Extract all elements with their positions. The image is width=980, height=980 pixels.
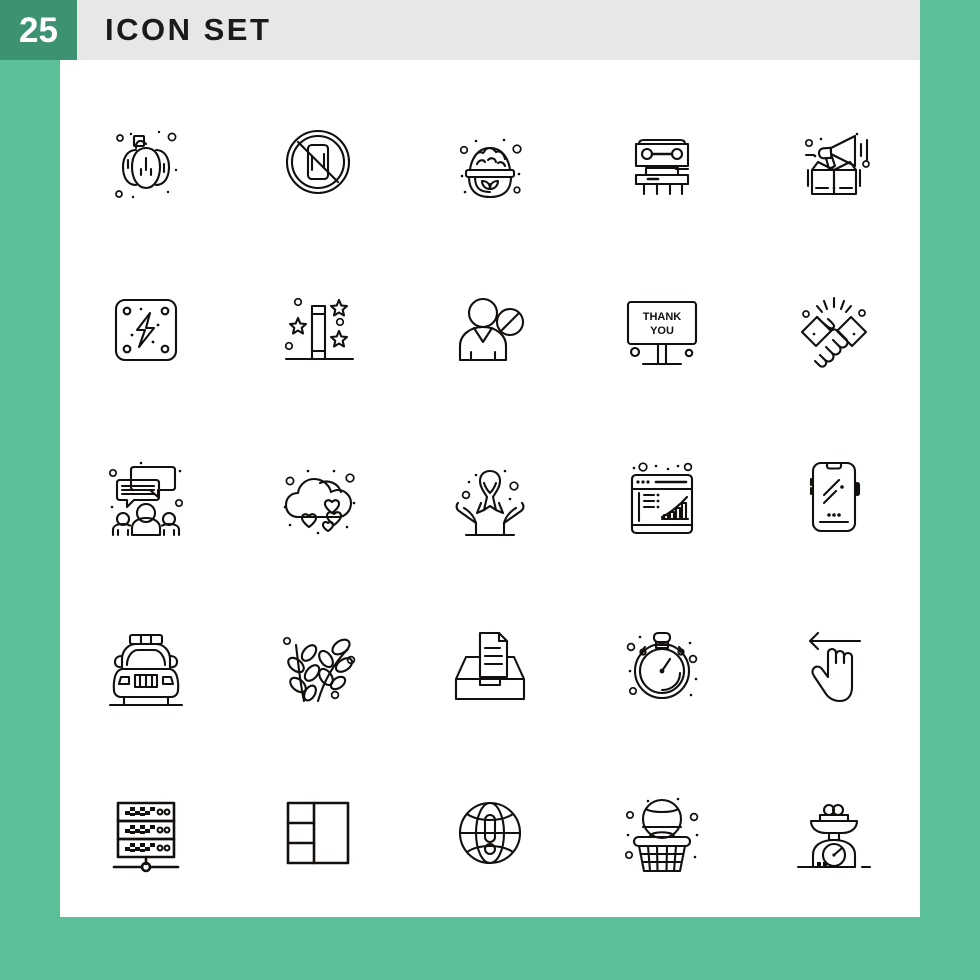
blocked-user-icon[interactable] xyxy=(404,246,576,414)
grandstand-icon[interactable] xyxy=(576,78,748,246)
billboard-line-1: THANK xyxy=(643,311,682,323)
icon-count-value: 25 xyxy=(19,10,58,50)
product-launch-icon[interactable] xyxy=(748,78,920,246)
branches-icon[interactable] xyxy=(232,581,404,749)
icon-grid: THANK YOU xyxy=(60,60,920,917)
page-title: ICON SET xyxy=(105,12,272,47)
kitchen-scale-icon[interactable] xyxy=(748,749,920,917)
layout-grid-icon[interactable] xyxy=(232,749,404,917)
awareness-ribbon-icon[interactable] xyxy=(404,414,576,582)
love-cloud-icon[interactable] xyxy=(232,414,404,582)
firework-fountain-icon[interactable] xyxy=(232,246,404,414)
global-alert-icon[interactable] xyxy=(404,749,576,917)
smartphone-icon[interactable] xyxy=(748,414,920,582)
icon-count-badge: 25 xyxy=(0,0,77,60)
no-mobile-phone-icon[interactable] xyxy=(232,78,404,246)
stopwatch-icon[interactable] xyxy=(576,581,748,749)
handshake-icon[interactable] xyxy=(748,246,920,414)
thank-you-billboard-icon[interactable]: THANK YOU xyxy=(576,246,748,414)
icon-canvas: THANK YOU xyxy=(60,60,920,917)
document-tray-icon[interactable] xyxy=(404,581,576,749)
billboard-line-2: YOU xyxy=(650,325,674,337)
group-discussion-icon[interactable] xyxy=(60,414,232,582)
electric-power-icon[interactable] xyxy=(60,246,232,414)
police-car-icon[interactable] xyxy=(60,581,232,749)
icon-set-page: 25 ICON SET THANK YOU xyxy=(0,0,980,980)
basketball-hoop-icon[interactable] xyxy=(576,749,748,917)
pumpkin-icon[interactable] xyxy=(60,78,232,246)
server-rack-icon[interactable] xyxy=(60,749,232,917)
rice-bowl-icon[interactable] xyxy=(404,78,576,246)
title-bar: ICON SET xyxy=(77,0,920,60)
swipe-left-icon[interactable] xyxy=(748,581,920,749)
analytics-browser-icon[interactable] xyxy=(576,414,748,582)
header: 25 ICON SET xyxy=(0,0,920,60)
